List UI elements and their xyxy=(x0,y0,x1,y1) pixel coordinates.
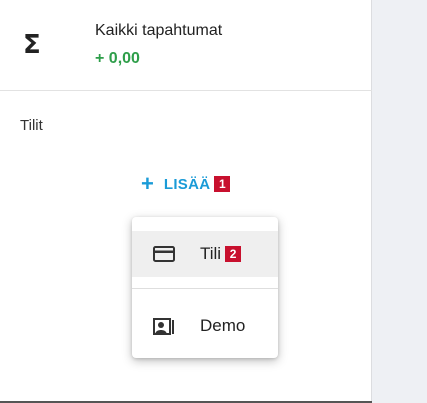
content-area-edge xyxy=(372,0,427,403)
menu-item-demo-label: Demo xyxy=(200,316,246,335)
all-transactions-amount: + 0,00 xyxy=(95,50,140,67)
accounts-section-label: Tilit xyxy=(20,117,43,134)
divider xyxy=(0,90,372,91)
add-dropdown-menu: Tili 2 Demo xyxy=(132,217,278,358)
step-badge-2: 2 xyxy=(225,246,242,262)
plus-icon: + xyxy=(141,171,154,196)
menu-item-demo[interactable]: Demo xyxy=(132,303,278,349)
step-badge-1: 1 xyxy=(214,176,231,192)
accounts-panel: Σ Kaikki tapahtumat + 0,00 Tilit + LISÄÄ… xyxy=(0,0,372,403)
credit-card-icon xyxy=(152,244,176,264)
menu-item-account-label: Tili xyxy=(200,244,222,263)
menu-separator xyxy=(132,288,278,289)
add-button[interactable]: + LISÄÄ 1 xyxy=(141,171,231,196)
sigma-icon: Σ xyxy=(23,30,41,60)
menu-item-account[interactable]: Tili 2 xyxy=(132,231,278,277)
all-transactions-title: Kaikki tapahtumat xyxy=(95,22,223,39)
demo-portrait-icon xyxy=(152,316,176,336)
add-button-label: LISÄÄ xyxy=(163,175,211,193)
